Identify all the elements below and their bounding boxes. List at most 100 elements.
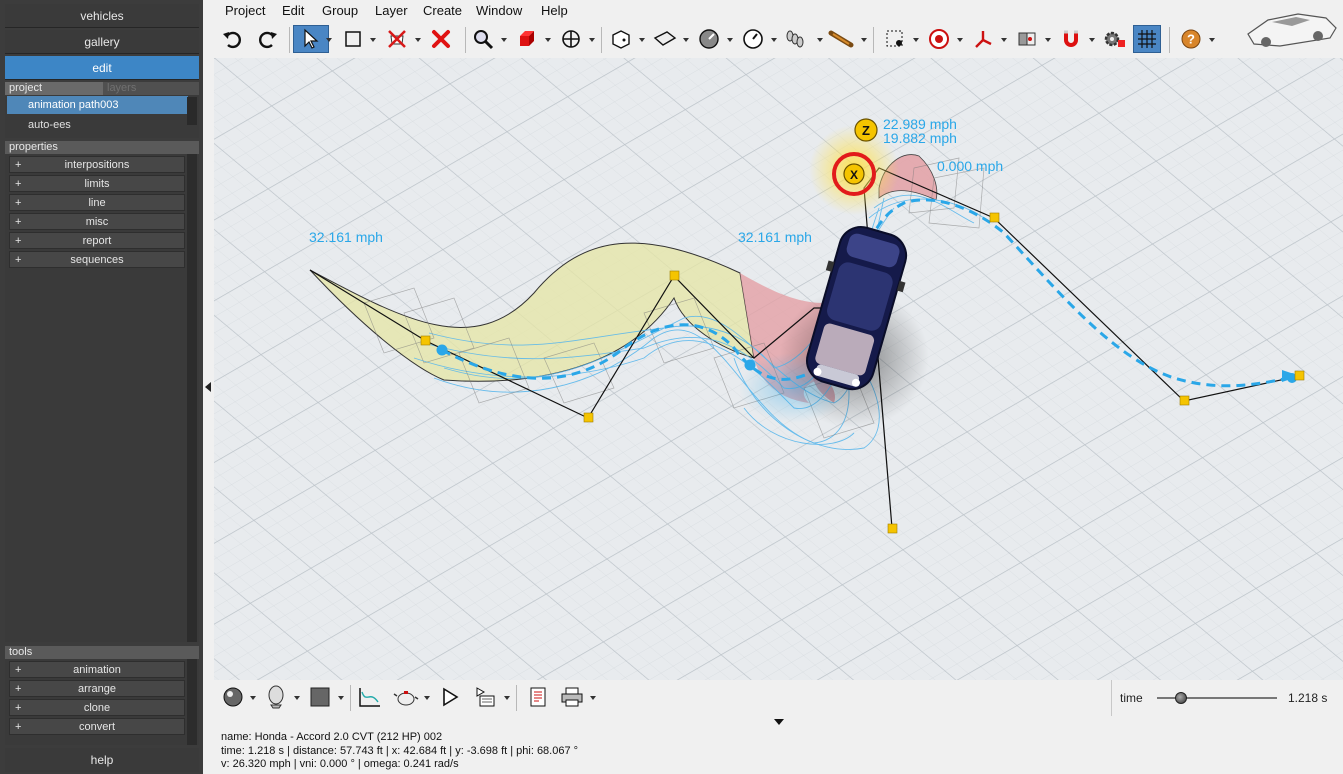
redo-icon[interactable] bbox=[254, 25, 282, 53]
gallery-button[interactable]: gallery bbox=[5, 30, 199, 54]
frame-icon[interactable] bbox=[1013, 25, 1041, 53]
prop-label: report bbox=[82, 235, 112, 247]
material-sphere-icon[interactable] bbox=[219, 683, 247, 711]
tool-arrange[interactable]: + arrange bbox=[9, 680, 185, 697]
clock-gauge-icon[interactable] bbox=[739, 25, 767, 53]
grid-icon[interactable] bbox=[1133, 25, 1161, 53]
tool-label: arrange bbox=[78, 683, 116, 695]
flag-icon[interactable] bbox=[651, 25, 679, 53]
expand-icon: + bbox=[15, 254, 22, 266]
path-dot[interactable] bbox=[436, 344, 448, 356]
menu-group[interactable]: Group bbox=[322, 3, 358, 18]
scene-canvas: Z X bbox=[214, 58, 1343, 680]
prop-label: sequences bbox=[70, 254, 124, 266]
time-slider-thumb[interactable] bbox=[1175, 692, 1187, 704]
gauge-icon[interactable] bbox=[695, 25, 723, 53]
marquee-icon[interactable] bbox=[339, 25, 367, 53]
expand-icon: + bbox=[15, 683, 22, 695]
tool-animation[interactable]: + animation bbox=[9, 661, 185, 678]
print-icon[interactable] bbox=[558, 683, 586, 711]
prop-sequences[interactable]: + sequences bbox=[9, 251, 185, 268]
expand-icon: + bbox=[15, 235, 22, 247]
prop-label: interpositions bbox=[64, 159, 130, 171]
prop-interpositions[interactable]: + interpositions bbox=[9, 156, 185, 173]
menu-layer[interactable]: Layer bbox=[375, 3, 408, 18]
time-label: time bbox=[1120, 691, 1143, 705]
menu-window[interactable]: Window bbox=[476, 3, 522, 18]
baton-icon[interactable] bbox=[827, 25, 855, 53]
prop-label: limits bbox=[84, 178, 110, 190]
x-marker-label: X bbox=[850, 168, 858, 182]
tab-layers[interactable]: layers bbox=[103, 82, 199, 95]
status-line-velocity: v: 26.320 mph | vni: 0.000 ° | omega: 0.… bbox=[221, 758, 459, 770]
tool-label: convert bbox=[78, 721, 116, 733]
menu-help[interactable]: Help bbox=[541, 3, 568, 18]
axes-icon[interactable] bbox=[969, 25, 997, 53]
project-tabs: project layers bbox=[5, 82, 199, 95]
report-icon[interactable] bbox=[524, 683, 552, 711]
menu-project[interactable]: Project bbox=[225, 3, 265, 18]
play-sequence-icon[interactable] bbox=[472, 683, 500, 711]
expand-icon: + bbox=[15, 178, 22, 190]
target-dot-icon[interactable] bbox=[881, 25, 909, 53]
graph-icon[interactable] bbox=[356, 683, 384, 711]
project-list-scrollbar[interactable] bbox=[187, 97, 197, 125]
left-panel: vehicles gallery edit project layers ani… bbox=[0, 0, 203, 774]
expand-icon: + bbox=[15, 197, 22, 209]
main-toolbar: ? bbox=[213, 22, 1343, 58]
target-red-icon[interactable] bbox=[925, 25, 953, 53]
spring-icon[interactable] bbox=[783, 25, 811, 53]
zoom-icon[interactable] bbox=[469, 25, 497, 53]
move-icon[interactable] bbox=[557, 25, 585, 53]
properties-header: properties bbox=[5, 141, 199, 154]
speed-label-top2: 19.882 mph bbox=[883, 130, 957, 146]
tool-convert[interactable]: + convert bbox=[9, 718, 185, 735]
tool-clone[interactable]: + clone bbox=[9, 699, 185, 716]
expand-icon: + bbox=[15, 216, 22, 228]
color-swatch-icon[interactable] bbox=[306, 683, 334, 711]
speed-label-right: 0.000 mph bbox=[937, 158, 1004, 174]
teapot-icon[interactable] bbox=[392, 683, 420, 711]
expand-icon: + bbox=[15, 702, 22, 714]
tools-scrollbar[interactable] bbox=[187, 659, 197, 745]
prop-label: line bbox=[88, 197, 106, 209]
cube-red-icon[interactable] bbox=[513, 25, 541, 53]
prop-misc[interactable]: + misc bbox=[9, 213, 185, 230]
list-item-auto-ees[interactable]: auto-ees bbox=[7, 116, 188, 134]
svg-text:?: ? bbox=[1187, 32, 1195, 47]
collapse-panel-icon[interactable] bbox=[205, 382, 211, 392]
expand-down-icon[interactable] bbox=[774, 719, 784, 725]
path-dot[interactable] bbox=[744, 359, 756, 371]
help-icon[interactable]: ? bbox=[1177, 25, 1205, 53]
prop-limits[interactable]: + limits bbox=[9, 175, 185, 192]
box-icon[interactable] bbox=[607, 25, 635, 53]
speed-label-left: 32.161 mph bbox=[309, 229, 383, 245]
project-list: animation path003 auto-ees bbox=[5, 95, 199, 138]
head-icon[interactable] bbox=[262, 683, 290, 711]
menu-edit[interactable]: Edit bbox=[282, 3, 304, 18]
undo-icon[interactable] bbox=[218, 25, 246, 53]
car-logo-icon bbox=[1240, 2, 1340, 56]
properties-scrollbar[interactable] bbox=[187, 154, 197, 642]
expand-icon: + bbox=[15, 664, 22, 676]
time-panel: time 1.218 s bbox=[1111, 680, 1343, 716]
vehicles-button[interactable]: vehicles bbox=[5, 4, 199, 28]
prop-line[interactable]: + line bbox=[9, 194, 185, 211]
3d-viewport[interactable]: Z X 32.161 mph 32.161 mph 22.989 mph 19.… bbox=[214, 58, 1343, 680]
select-arrow-icon[interactable] bbox=[293, 25, 329, 53]
help-button[interactable]: help bbox=[5, 748, 199, 772]
prop-label: misc bbox=[85, 216, 109, 228]
delete-x-icon[interactable] bbox=[427, 25, 455, 53]
menu-create[interactable]: Create bbox=[423, 3, 462, 18]
tab-project[interactable]: project bbox=[5, 82, 103, 95]
prop-report[interactable]: + report bbox=[9, 232, 185, 249]
play-icon[interactable] bbox=[436, 683, 464, 711]
z-marker-label: Z bbox=[862, 123, 870, 138]
edit-button[interactable]: edit bbox=[5, 56, 199, 80]
magnet-icon[interactable] bbox=[1057, 25, 1085, 53]
gears-icon[interactable] bbox=[1101, 25, 1129, 53]
status-info: name: Honda - Accord 2.0 CVT (212 HP) 00… bbox=[221, 731, 578, 772]
no-vehicle-icon[interactable] bbox=[383, 25, 411, 53]
tool-label: animation bbox=[73, 664, 121, 676]
list-item-animation-path[interactable]: animation path003 bbox=[7, 96, 188, 114]
